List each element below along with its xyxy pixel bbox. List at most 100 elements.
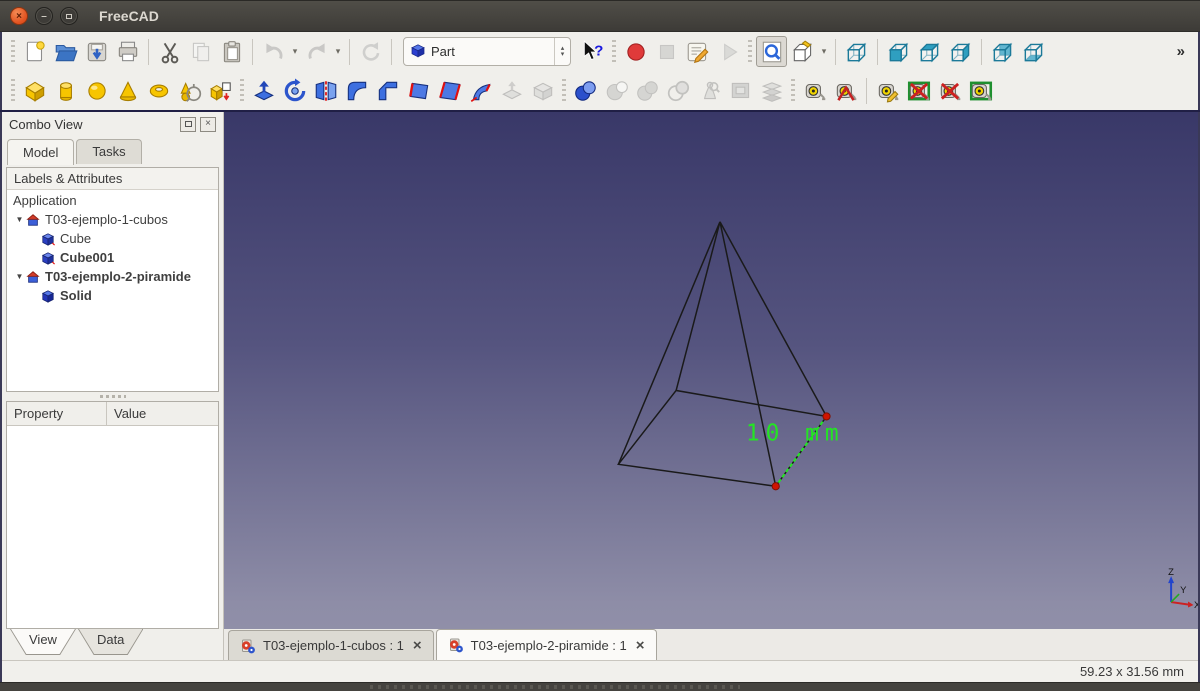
panel-splitter[interactable]	[2, 392, 223, 401]
expander-icon[interactable]: ▼	[13, 272, 26, 281]
draw-style-button[interactable]	[787, 36, 818, 67]
section-button[interactable]	[725, 75, 756, 106]
cut-button[interactable]	[154, 36, 185, 67]
view-rear-icon	[990, 39, 1016, 65]
measure-toggle-3d-button[interactable]	[965, 75, 996, 106]
check-geometry-button[interactable]	[694, 75, 725, 106]
toolbar-drag-handle[interactable]	[11, 78, 15, 103]
toolbar-standard: ▾ ▾ Part ▴ ▾? ▾ »	[2, 32, 1198, 71]
fillet-icon	[344, 78, 370, 104]
tree-item-application[interactable]: Application	[7, 191, 218, 210]
measure-clear-all-button[interactable]	[903, 75, 934, 106]
measure-toggle-all-button[interactable]	[934, 75, 965, 106]
tab-model[interactable]: Model	[7, 139, 75, 165]
mirror-button[interactable]	[310, 75, 341, 106]
draw-style-dropdown[interactable]: ▾	[818, 46, 830, 57]
view-rear-button[interactable]	[987, 36, 1018, 67]
expander-icon[interactable]: ▼	[13, 215, 26, 224]
panel-close-icon[interactable]: ×	[200, 116, 216, 132]
view-axonometric-button[interactable]	[841, 36, 872, 67]
boolean-cut-button[interactable]	[601, 75, 632, 106]
offset-button[interactable]	[496, 75, 527, 106]
part-torus-button[interactable]	[143, 75, 174, 106]
part-cone-button[interactable]	[112, 75, 143, 106]
thickness-button[interactable]	[527, 75, 558, 106]
tab-view[interactable]: View	[10, 629, 76, 655]
macro-edit-button[interactable]	[682, 36, 713, 67]
measure-angular-icon	[833, 78, 859, 104]
document-tab[interactable]: T03-ejemplo-2-piramide : 1 ×	[435, 629, 657, 660]
status-bar: 59.23 x 31.56 mm	[2, 660, 1198, 682]
view-bottom-button[interactable]	[1018, 36, 1049, 67]
part-cylinder-button[interactable]	[50, 75, 81, 106]
window-minimize-button[interactable]: –	[35, 7, 53, 25]
toolbar-drag-handle[interactable]	[562, 78, 566, 103]
refresh-button[interactable]	[355, 36, 386, 67]
measure-linear-button[interactable]	[799, 75, 830, 106]
part-sphere-button[interactable]	[81, 75, 112, 106]
macro-play-button[interactable]	[713, 36, 744, 67]
undo-button[interactable]	[258, 36, 289, 67]
macro-record-button[interactable]	[620, 36, 651, 67]
part-cone-icon	[115, 78, 141, 104]
boolean-intersection-button[interactable]	[663, 75, 694, 106]
whats-this-button[interactable]: ?	[577, 36, 608, 67]
tab-data[interactable]: Data	[77, 629, 144, 655]
toolbar-separator	[877, 38, 878, 65]
tree-item-cube[interactable]: Cube	[7, 229, 218, 248]
toolbar-drag-handle[interactable]	[11, 39, 15, 64]
ruled-surface-button[interactable]	[434, 75, 465, 106]
boolean-union-button[interactable]	[632, 75, 663, 106]
copy-button[interactable]	[185, 36, 216, 67]
open-button[interactable]	[50, 36, 81, 67]
toolbar-drag-handle[interactable]	[748, 39, 752, 64]
tree-item-cube001[interactable]: Cube001	[7, 248, 218, 267]
redo-dropdown[interactable]: ▾	[332, 46, 344, 57]
workbench-selector[interactable]: Part ▴ ▾	[403, 37, 571, 66]
print-button[interactable]	[112, 36, 143, 67]
revolve-button[interactable]	[279, 75, 310, 106]
tree-item-solid[interactable]: Solid	[7, 286, 218, 305]
measure-angular-button[interactable]	[830, 75, 861, 106]
window-close-button[interactable]: ×	[10, 7, 28, 25]
macro-stop-button[interactable]	[651, 36, 682, 67]
cross-sections-button[interactable]	[756, 75, 787, 106]
view-top-button[interactable]	[914, 36, 945, 67]
toolbar-drag-handle[interactable]	[240, 78, 244, 103]
workbench-spinner[interactable]: ▴ ▾	[554, 38, 570, 65]
fillet-button[interactable]	[341, 75, 372, 106]
toolbar-drag-handle[interactable]	[612, 39, 616, 64]
paste-button[interactable]	[216, 36, 247, 67]
boolean-button[interactable]	[570, 75, 601, 106]
part-torus-icon	[146, 78, 172, 104]
tree-item-doc-cubos[interactable]: ▼ T03-ejemplo-1-cubos	[7, 210, 218, 229]
toolbar-part-tools	[2, 71, 1198, 110]
toolbar-overflow[interactable]: »	[1169, 43, 1193, 60]
close-icon[interactable]: ×	[411, 638, 422, 653]
make-face-button[interactable]	[403, 75, 434, 106]
extrude-button[interactable]	[248, 75, 279, 106]
new-document-button[interactable]	[19, 36, 50, 67]
shape-builder-button[interactable]	[205, 75, 236, 106]
panel-float-icon[interactable]	[180, 116, 196, 132]
part-box-button[interactable]	[19, 75, 50, 106]
view-right-button[interactable]	[945, 36, 976, 67]
document-tab[interactable]: T03-ejemplo-1-cubos : 1 ×	[228, 630, 434, 660]
measure-refresh-button[interactable]	[872, 75, 903, 106]
redo-button[interactable]	[301, 36, 332, 67]
sweep-button[interactable]	[465, 75, 496, 106]
toolbar-drag-handle[interactable]	[791, 78, 795, 103]
close-icon[interactable]: ×	[634, 638, 645, 653]
view-front-button[interactable]	[883, 36, 914, 67]
chamfer-button[interactable]	[372, 75, 403, 106]
window-maximize-button[interactable]	[60, 7, 78, 25]
part-primitives-button[interactable]	[174, 75, 205, 106]
view-right-icon	[948, 39, 974, 65]
tab-tasks[interactable]: Tasks	[76, 139, 142, 164]
save-button[interactable]	[81, 36, 112, 67]
3d-viewport[interactable]: 10 mm Z Y X	[224, 112, 1198, 629]
tree-item-doc-piramide[interactable]: ▼ T03-ejemplo-2-piramide	[7, 267, 218, 286]
fit-all-button[interactable]	[756, 36, 787, 67]
undo-dropdown[interactable]: ▾	[289, 46, 301, 57]
document-icon	[26, 213, 45, 227]
